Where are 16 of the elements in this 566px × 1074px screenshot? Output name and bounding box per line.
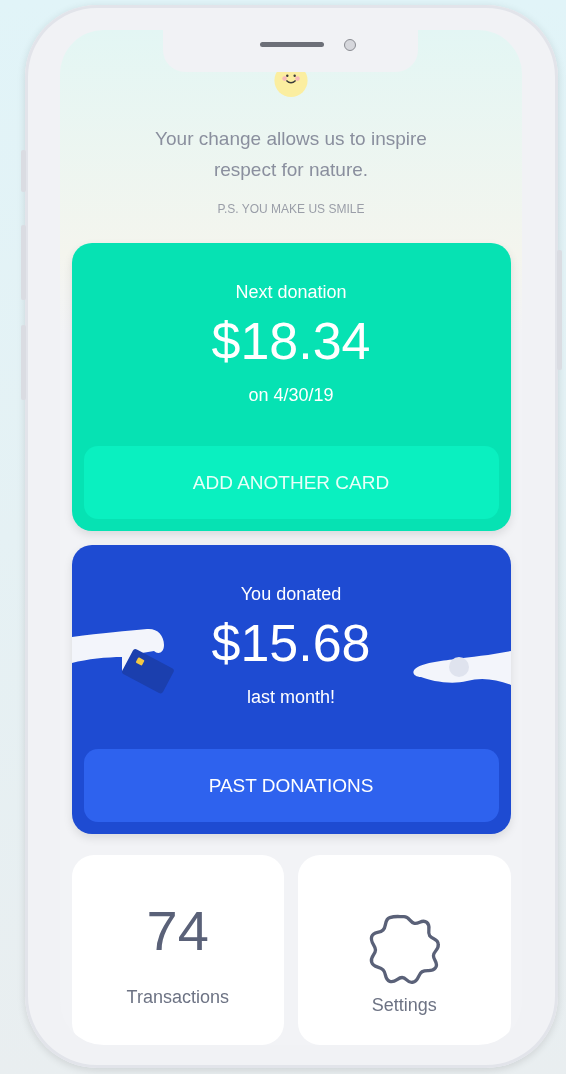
message-text: Your change allows us to inspire respect for nature. (154, 126, 428, 182)
donation-amount: $18.34 (211, 310, 371, 371)
tile-label: Transactions (126, 987, 229, 1008)
speaker-grille (260, 42, 324, 47)
menu-tile[interactable]: Settings (298, 855, 511, 1045)
camera-dot (344, 39, 356, 51)
past-donations-button[interactable]: PAST DONATIONS (83, 749, 499, 822)
card-label: You donated (240, 584, 342, 606)
donation-amount: $15.68 (211, 613, 371, 674)
menu-tile[interactable]: 74 Transactions (71, 855, 284, 1045)
card-label: Next donation (235, 281, 347, 303)
tile-label: Settings (371, 995, 437, 1016)
card-note: last month! (246, 687, 335, 709)
ps-text: P.S. YOU MAKE US SMILE (217, 201, 365, 216)
card-note: on 4/30/19 (248, 384, 334, 406)
transaction-count: 74 (146, 903, 209, 959)
